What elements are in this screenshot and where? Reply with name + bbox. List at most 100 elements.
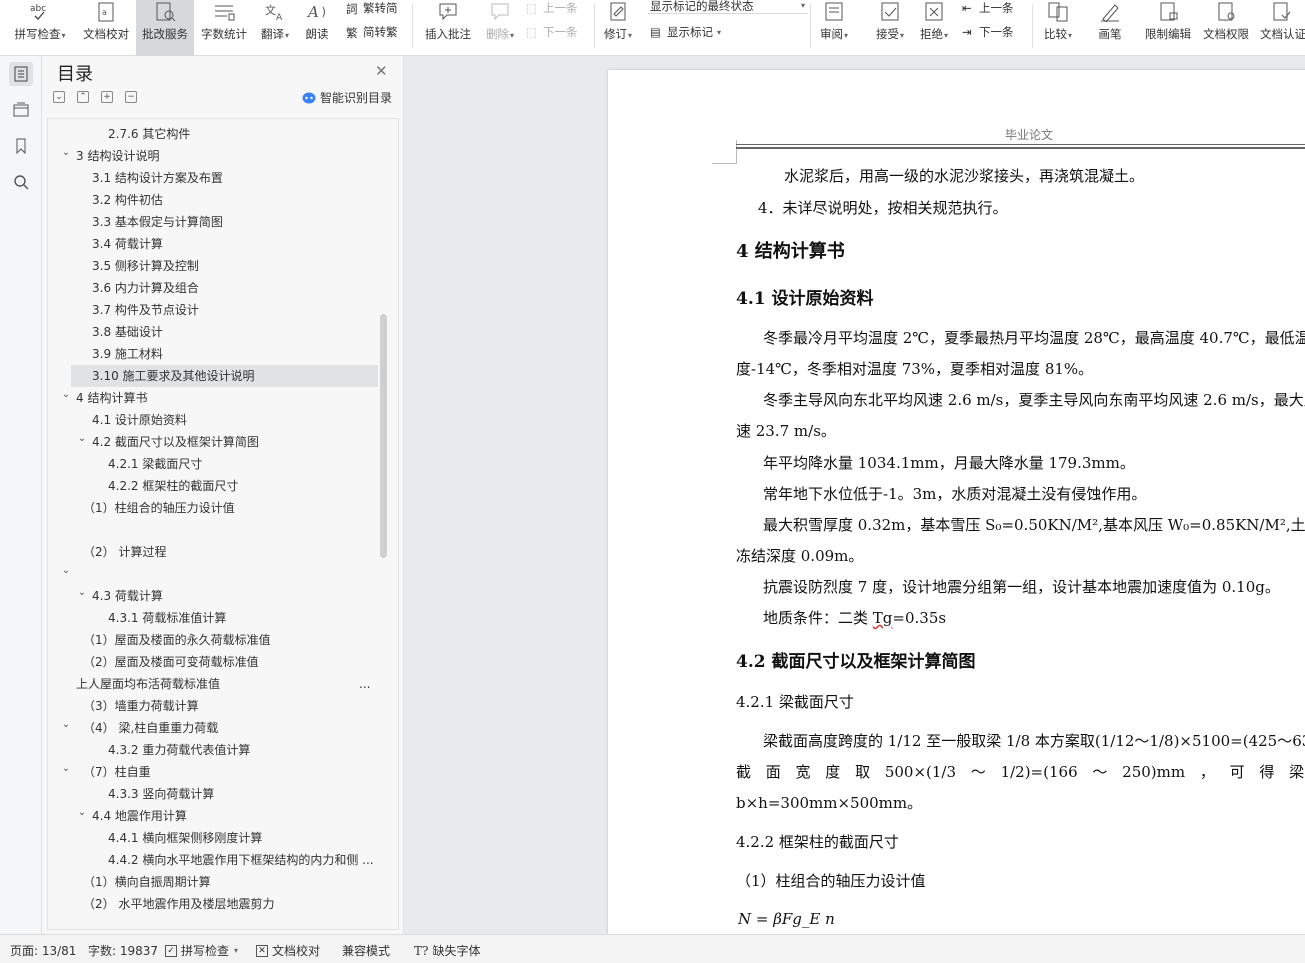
chapter-nav-button[interactable] — [9, 98, 33, 122]
paragraph: 地质条件：二类 Tg=0.35s — [763, 607, 946, 628]
spelling-error-run[interactable]: Tg — [873, 609, 893, 627]
translate-icon: 文A — [265, 3, 283, 22]
prev-change-button[interactable]: ⇤ 上一条 — [962, 0, 1014, 16]
trad-to-simp-button[interactable]: 詞繁转简 — [346, 0, 398, 16]
remove-heading-button[interactable]: − — [125, 91, 137, 103]
document-page[interactable]: 毕业论文 水泥浆后，用高一级的水泥沙浆接头，再浇筑混凝土。 4．未详尽说明处，按… — [608, 70, 1305, 934]
simp-to-trad-button[interactable]: 繁简转繁 — [346, 24, 398, 40]
toc-item[interactable]: 4.3.2 重力荷载代表值计算 — [48, 739, 378, 761]
toc-item[interactable]: （2） 水平地震作用及楼层地震剪力 — [48, 893, 378, 915]
spellcheck-status-button[interactable]: ✓ 拼写检查 ▾ — [165, 942, 238, 959]
toc-item[interactable]: ⌄ 4.3 荷载计算 — [48, 585, 378, 607]
toc-item[interactable]: ⌄ 3 结构设计说明 — [48, 145, 378, 167]
review-button[interactable]: 审阅▾ — [814, 0, 854, 56]
restrict-edit-button[interactable]: 限制编辑 — [1140, 0, 1196, 56]
word-count-button[interactable]: 字数统计 — [198, 0, 250, 56]
paragraph: 水泥浆后，用高一级的水泥沙浆接头，再浇筑混凝土。 — [784, 167, 1145, 185]
accept-button[interactable]: 接受▾ — [870, 0, 910, 56]
toc-item[interactable]: ⌄ — [48, 563, 378, 585]
toc-item[interactable]: ⌄ （7）柱自重 — [48, 761, 378, 783]
search-nav-button[interactable] — [9, 170, 33, 194]
pen-button[interactable]: 画笔 — [1090, 0, 1130, 56]
markup-state-select[interactable]: 显示标记的最终状态 ▾ — [648, 0, 808, 14]
toc-item[interactable]: ⌄ 4.2 截面尺寸以及框架计算简图 — [48, 431, 378, 453]
translate-button[interactable]: 文A 翻译▾ — [254, 0, 296, 56]
chevron-down-icon[interactable]: ⌄ — [60, 142, 72, 164]
toc-item[interactable]: 3.1 结构设计方案及布置 — [48, 167, 378, 189]
chevron-down-icon[interactable]: ⌄ — [60, 714, 72, 736]
spellcheck-button[interactable]: abc 拼写检查▾ — [8, 0, 72, 56]
formula: N = βFg_E n — [738, 910, 835, 928]
toc-item[interactable]: （3）墙重力荷载计算 — [48, 695, 378, 717]
correction-service-button[interactable]: 批改服务 — [136, 0, 194, 56]
more-options-icon[interactable]: ... — [359, 673, 370, 695]
toc-item[interactable]: ⌄ 4.4 地震作用计算 — [48, 805, 378, 827]
doc-certify-button[interactable]: 文档认证 — [1256, 0, 1305, 56]
toc-item[interactable]: 4.4.2 横向水平地震作用下框架结构的内力和侧 ... — [48, 849, 378, 871]
add-heading-button[interactable]: + — [101, 91, 113, 103]
toc-item[interactable]: （1）屋面及楼面的永久荷载标准值 — [48, 629, 378, 651]
next-change-button[interactable]: ⇥ 下一条 — [962, 24, 1014, 40]
toc-item[interactable]: （2）屋面及楼面可变荷载标准值 — [48, 651, 378, 673]
toc-item[interactable] — [48, 519, 378, 541]
compat-mode-indicator: 兼容模式 — [342, 944, 391, 958]
proofread-status-button[interactable]: ✕ 文档校对 — [256, 942, 320, 959]
toc-item[interactable]: 3.5 侧移计算及控制 — [48, 255, 378, 277]
toc-item[interactable]: 3.7 构件及节点设计 — [48, 299, 378, 321]
toc-item-label: （2）屋面及楼面可变荷载标准值 — [83, 655, 259, 669]
toc-item[interactable]: （1）柱组合的轴压力设计值 — [48, 497, 378, 519]
toc-item[interactable]: 2.7.6 其它构件 — [48, 123, 378, 145]
toc-item[interactable]: 4.4.1 横向框架侧移刚度计算 — [48, 827, 378, 849]
insert-comment-button[interactable]: 插入批注 — [420, 0, 476, 56]
prev-comment-button[interactable]: ⬚ 上一条 — [526, 0, 578, 16]
toc-item[interactable]: 3.4 荷载计算 — [48, 233, 378, 255]
expand-level-button[interactable]: ⌃ — [77, 91, 89, 103]
smart-toc-button[interactable]: 智能识别目录 — [302, 89, 392, 106]
toc-scrollbar[interactable] — [380, 314, 387, 558]
compare-button[interactable]: 比较▾ — [1038, 0, 1078, 56]
toc-item-label: 4.3.2 重力荷载代表值计算 — [108, 743, 251, 757]
read-aloud-button[interactable]: A 朗读 — [300, 0, 334, 56]
chevron-down-icon[interactable]: ⌄ — [60, 758, 72, 780]
toc-item[interactable]: 4.1 设计原始资料 — [48, 409, 378, 431]
toc-item[interactable]: 4.3.3 竖向荷载计算 — [48, 783, 378, 805]
toc-item[interactable]: 上人屋面均布活荷载标准值... — [48, 673, 378, 695]
insert-comment-icon — [439, 3, 457, 21]
toc-item-label: 4.4.2 横向水平地震作用下框架结构的内力和侧 ... — [108, 853, 374, 867]
text-run: 地质条件：二类 — [763, 609, 873, 627]
bookmark-nav-button[interactable] — [9, 134, 33, 158]
collapse-all-button[interactable]: ⌄ — [53, 91, 65, 103]
toc-item[interactable]: ⌄ 4 结构计算书 — [48, 387, 378, 409]
toc-item[interactable]: （2） 计算过程 — [48, 541, 378, 563]
doc-permission-button[interactable]: 文档权限 — [1198, 0, 1254, 56]
toc-item[interactable]: 4.2.1 梁截面尺寸 — [48, 453, 378, 475]
chevron-down-icon[interactable]: ⌄ — [60, 560, 72, 582]
toc-item[interactable]: 4.3.1 荷载标准值计算 — [48, 607, 378, 629]
reject-button[interactable]: 拒绝▾ — [914, 0, 954, 56]
chevron-down-icon[interactable]: ⌄ — [76, 802, 88, 824]
toc-item[interactable]: 3.10 施工要求及其他设计说明 — [71, 365, 378, 387]
toc-item[interactable]: （1）横向自振周期计算 — [48, 871, 378, 893]
page-indicator[interactable]: 页面: 13/81 — [10, 942, 76, 959]
chevron-down-icon[interactable]: ⌄ — [76, 582, 88, 604]
toc-item[interactable]: 3.8 基础设计 — [48, 321, 378, 343]
show-markup-button[interactable]: ▤ 显示标记 ▾ — [650, 24, 721, 40]
toc-item[interactable]: 3.9 施工材料 — [48, 343, 378, 365]
toc-item[interactable]: 4.2.2 框架柱的截面尺寸 — [48, 475, 378, 497]
missing-font-button[interactable]: T? 缺失字体 — [414, 942, 480, 959]
word-count-indicator[interactable]: 字数: 19837 — [88, 942, 158, 959]
toc-nav-button[interactable] — [9, 62, 33, 86]
reject-icon — [925, 2, 943, 21]
chevron-down-icon[interactable]: ⌄ — [76, 428, 88, 450]
toc-item[interactable]: 3.2 构件初估 — [48, 189, 378, 211]
track-changes-button[interactable]: 修订▾ — [598, 0, 638, 56]
chevron-down-icon[interactable]: ⌄ — [60, 384, 72, 406]
next-comment-button[interactable]: ⬚ 下一条 — [526, 24, 578, 40]
proofread-button[interactable]: a 文档校对 — [78, 0, 134, 56]
toc-item[interactable]: 3.3 基本假定与计算简图 — [48, 211, 378, 233]
toc-item[interactable]: ⌄ （4） 梁,柱自重重力荷载 — [48, 717, 378, 739]
toc-item[interactable]: 3.6 内力计算及组合 — [48, 277, 378, 299]
delete-comment-button[interactable]: 删除▾ — [480, 0, 520, 56]
toc-item-label: 3.2 构件初估 — [92, 193, 163, 207]
close-icon[interactable]: ✕ — [375, 62, 388, 80]
